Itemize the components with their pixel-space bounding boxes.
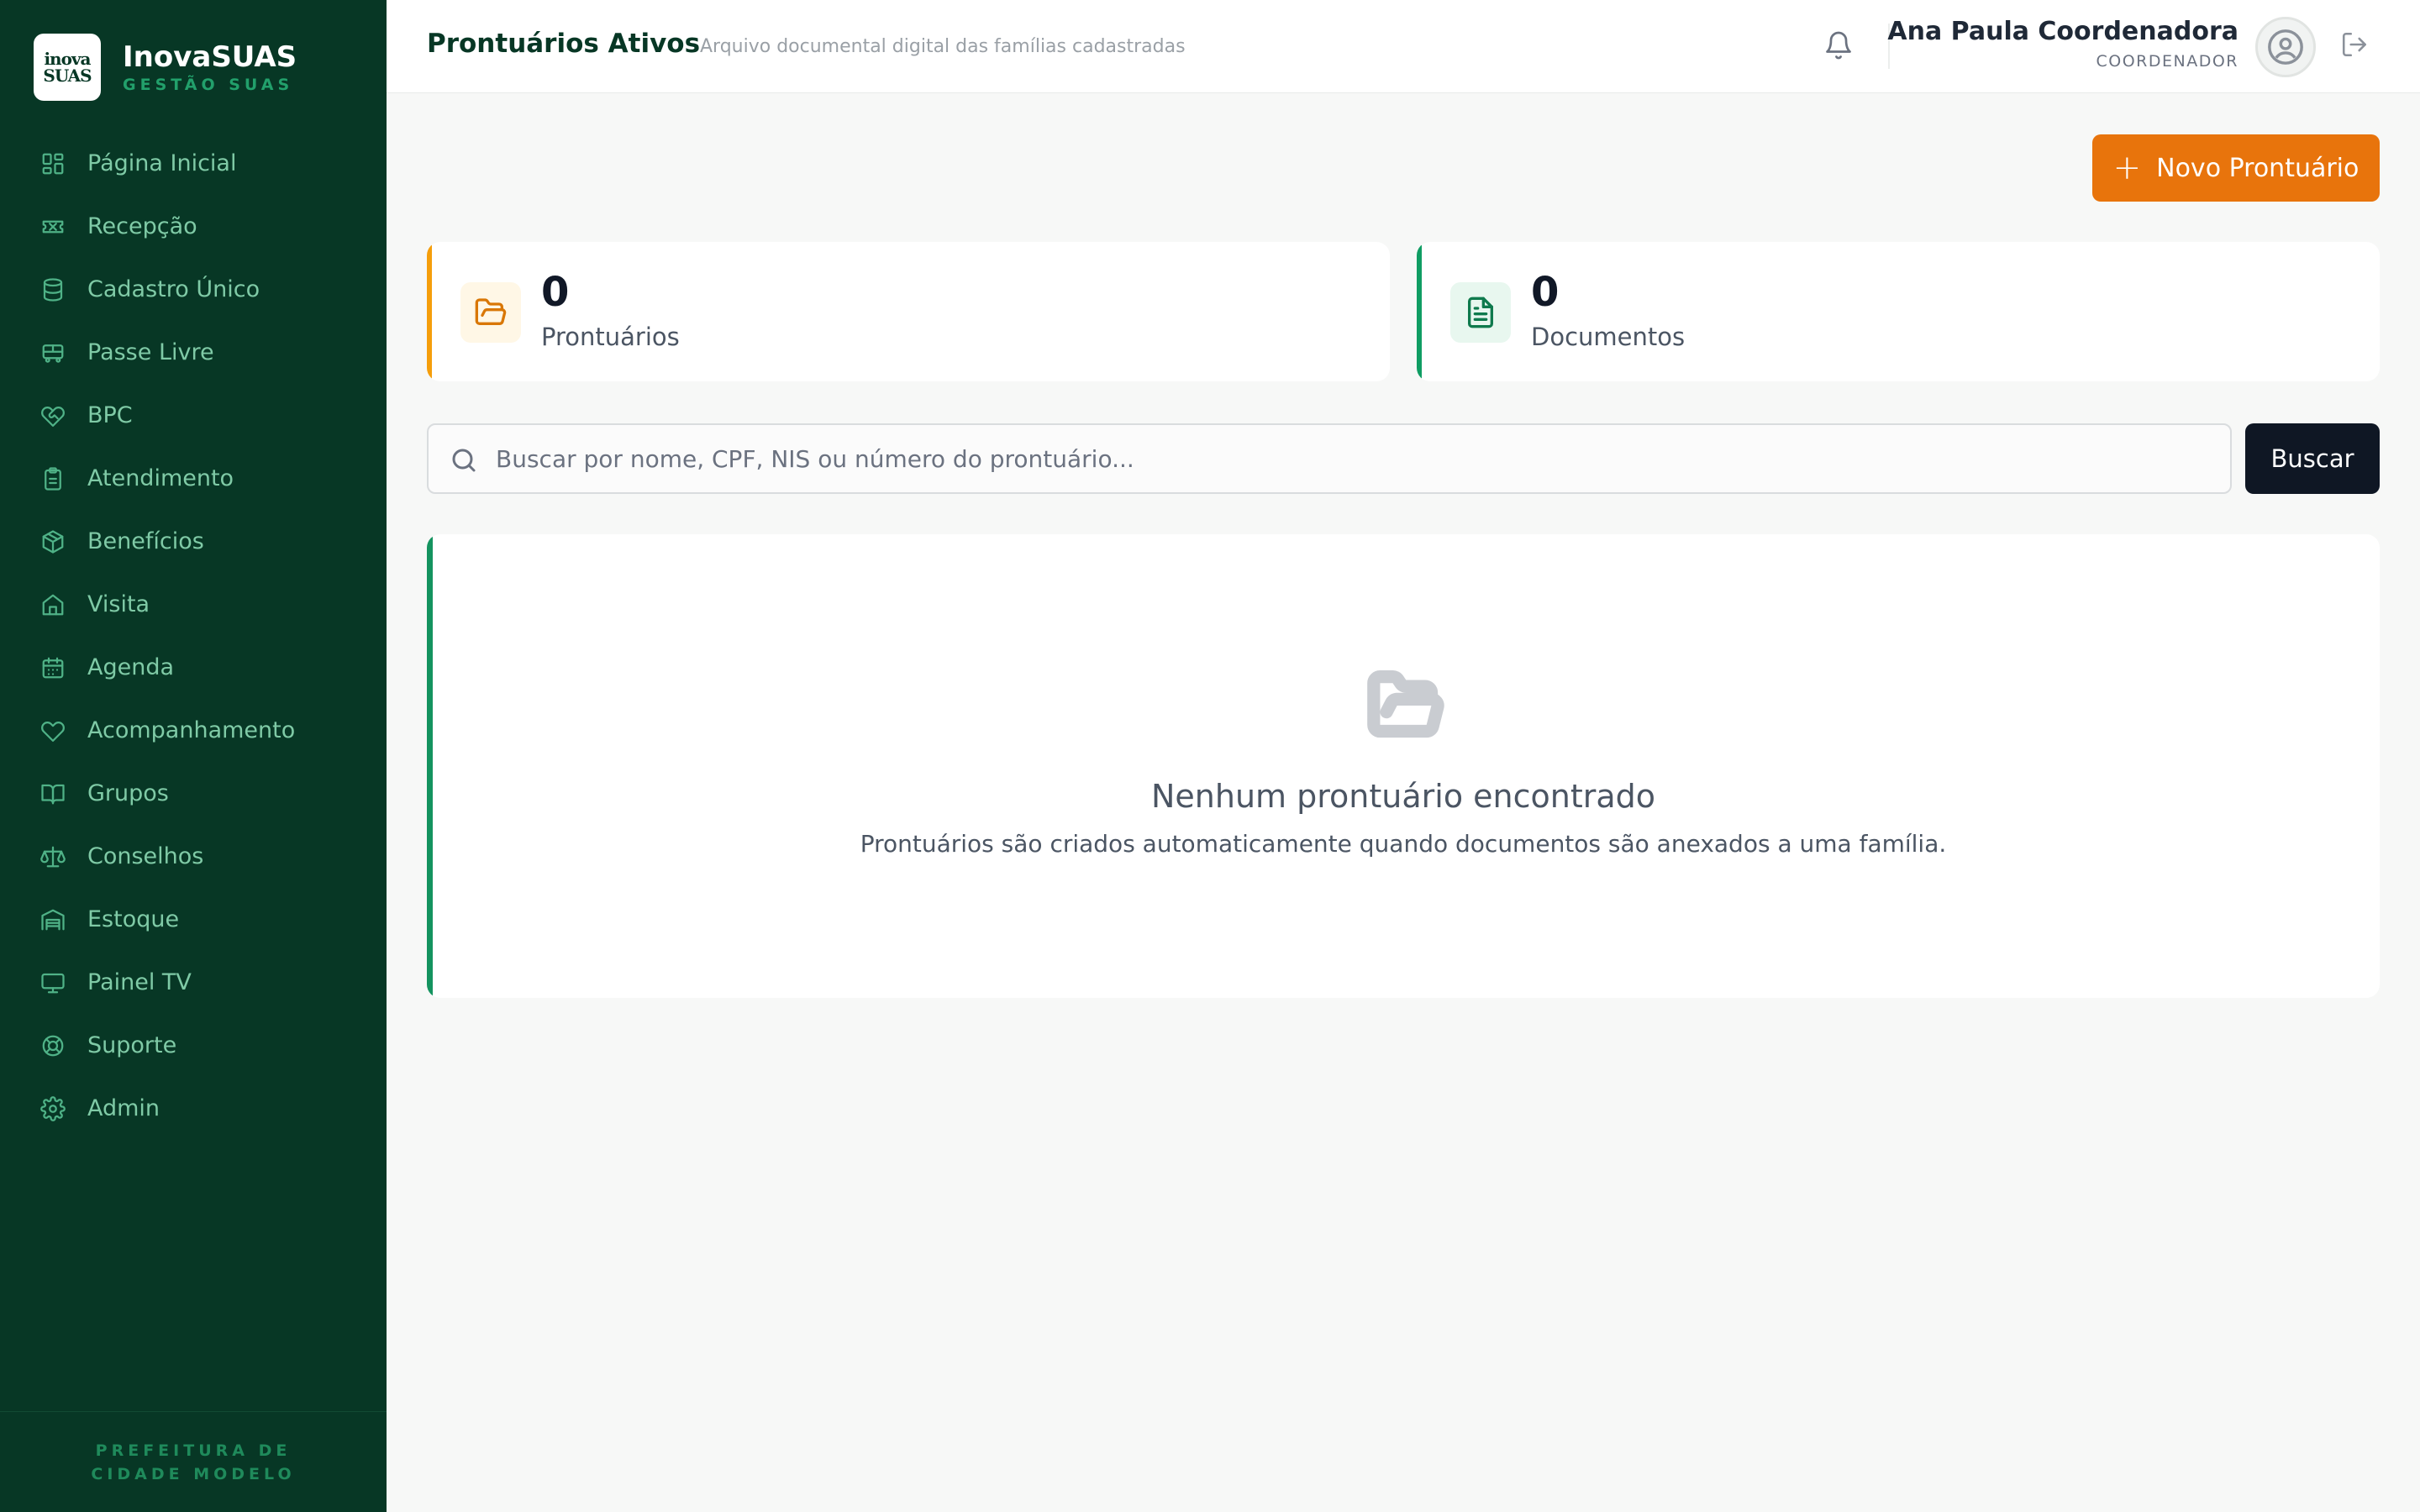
new-record-label: Novo Prontuário bbox=[2156, 153, 2360, 183]
sidebar-item-label: Recepção bbox=[87, 213, 197, 239]
sidebar-item-painel-tv[interactable]: Painel TV bbox=[0, 951, 387, 1014]
folder-open-icon bbox=[475, 298, 507, 325]
plus-icon: + bbox=[2112, 149, 2142, 187]
calendar-icon bbox=[42, 657, 64, 678]
user-role: COORDENADOR bbox=[2096, 52, 2238, 71]
sidebar-item-label: Cadastro Único bbox=[87, 276, 260, 302]
sidebar-item-label: Admin bbox=[87, 1095, 160, 1121]
sidebar-item-grupos[interactable]: Grupos bbox=[0, 762, 387, 825]
notifications-button[interactable] bbox=[1823, 30, 1857, 64]
avatar[interactable] bbox=[2255, 17, 2316, 77]
logo-text-top: inova bbox=[44, 49, 91, 69]
sidebar-item-label: Acompanhamento bbox=[87, 717, 296, 743]
sidebar-item-acompanhamento[interactable]: Acompanhamento bbox=[0, 699, 387, 762]
sidebar-item-label: Conselhos bbox=[87, 843, 204, 869]
sidebar-item-label: Suporte bbox=[87, 1032, 177, 1058]
stat-card-documentos: 0 Documentos bbox=[1417, 242, 2380, 381]
heart-icon bbox=[41, 721, 65, 742]
sidebar-item-conselhos[interactable]: Conselhos bbox=[0, 825, 387, 888]
bell-icon bbox=[1826, 31, 1851, 60]
warehouse-icon bbox=[41, 909, 65, 930]
sidebar: inova SUAS InovaSUAS GESTÃO SUAS Página … bbox=[0, 0, 387, 1512]
package-icon bbox=[42, 529, 64, 554]
bus-icon bbox=[42, 344, 64, 363]
page-subtitle: Arquivo documental digital das famílias … bbox=[700, 36, 1186, 57]
stat-value: 0 bbox=[541, 269, 570, 316]
sidebar-item-label: Atendimento bbox=[87, 465, 234, 491]
sidebar-item-bpc[interactable]: BPC bbox=[0, 384, 387, 447]
clipboard-icon bbox=[45, 466, 61, 491]
new-record-button[interactable]: + Novo Prontuário bbox=[2092, 134, 2380, 202]
sidebar-item-label: Agenda bbox=[87, 654, 175, 680]
folder-open-icon bbox=[1365, 670, 1446, 741]
sidebar-item-recepcao[interactable]: Recepção bbox=[0, 195, 387, 258]
scale-icon bbox=[40, 846, 66, 867]
brand-name: InovaSUAS bbox=[123, 40, 297, 74]
search-input[interactable] bbox=[496, 425, 2210, 492]
search-box bbox=[427, 423, 2232, 494]
top-header: Prontuários Ativos Arquivo documental di… bbox=[387, 0, 2420, 93]
stat-label: Documentos bbox=[1531, 323, 1686, 351]
stat-accent-bar bbox=[1417, 242, 1422, 381]
database-icon bbox=[43, 277, 63, 302]
sidebar-item-suporte[interactable]: Suporte bbox=[0, 1014, 387, 1077]
book-open-icon bbox=[41, 784, 65, 804]
stat-card-prontuarios: 0 Prontuários bbox=[427, 242, 1390, 381]
user-circle-icon bbox=[2268, 29, 2303, 65]
sidebar-item-visita[interactable]: Visita bbox=[0, 573, 387, 636]
empty-state-panel: Nenhum prontuário encontrado Prontuários… bbox=[427, 534, 2380, 998]
user-name: Ana Paula Coordenadora bbox=[1887, 17, 2238, 46]
organization-name: PREFEITURA DE CIDADE MODELO bbox=[91, 1441, 296, 1483]
brand-subtitle: GESTÃO SUAS bbox=[123, 76, 294, 94]
empty-state-description: Prontuários são criados automaticamente … bbox=[860, 830, 1947, 858]
sidebar-item-estoque[interactable]: Estoque bbox=[0, 888, 387, 951]
sidebar-item-label: Grupos bbox=[87, 780, 169, 806]
sidebar-item-admin[interactable]: Admin bbox=[0, 1077, 387, 1140]
brand[interactable]: inova SUAS InovaSUAS GESTÃO SUAS bbox=[34, 34, 297, 101]
page-title: Prontuários Ativos bbox=[427, 29, 701, 59]
sidebar-item-label: Passe Livre bbox=[87, 339, 214, 365]
search-button[interactable]: Buscar bbox=[2245, 423, 2380, 494]
panel-accent-bar bbox=[427, 534, 433, 998]
stat-label: Prontuários bbox=[541, 323, 680, 351]
sidebar-item-passe-livre[interactable]: Passe Livre bbox=[0, 321, 387, 384]
stat-icon-box bbox=[1450, 282, 1511, 343]
search-icon bbox=[452, 449, 476, 472]
stat-value: 0 bbox=[1531, 269, 1560, 316]
sidebar-item-atendimento[interactable]: Atendimento bbox=[0, 447, 387, 510]
grid-icon bbox=[42, 153, 64, 174]
heart-handshake-icon bbox=[41, 406, 65, 427]
sidebar-item-label: Estoque bbox=[87, 906, 180, 932]
sidebar-item-pagina-inicial[interactable]: Página Inicial bbox=[0, 132, 387, 195]
gear-icon bbox=[40, 1095, 66, 1121]
ticket-icon bbox=[42, 220, 64, 233]
logo-text-bottom: SUAS bbox=[43, 66, 92, 86]
file-text-icon bbox=[1468, 297, 1493, 328]
stat-accent-bar bbox=[427, 242, 432, 381]
logout-button[interactable] bbox=[2340, 30, 2374, 64]
life-buoy-icon bbox=[42, 1035, 64, 1056]
sidebar-item-label: Benefícios bbox=[87, 528, 204, 554]
sidebar-item-label: BPC bbox=[87, 402, 133, 428]
sidebar-item-label: Painel TV bbox=[87, 969, 192, 995]
logout-icon bbox=[2342, 32, 2367, 57]
sidebar-item-label: Visita bbox=[87, 591, 150, 617]
home-icon bbox=[42, 594, 64, 615]
sidebar-item-agenda[interactable]: Agenda bbox=[0, 636, 387, 699]
sidebar-item-cadastro-unico[interactable]: Cadastro Único bbox=[0, 258, 387, 321]
empty-state-title: Nenhum prontuário encontrado bbox=[1150, 778, 1656, 815]
monitor-icon bbox=[41, 973, 65, 993]
sidebar-item-label: Página Inicial bbox=[87, 150, 237, 176]
stat-icon-box bbox=[460, 282, 521, 343]
app-logo: inova SUAS bbox=[34, 34, 101, 101]
sidebar-footer: PREFEITURA DE CIDADE MODELO bbox=[0, 1411, 387, 1512]
sidebar-nav: Página Inicial Recepção Cadastro Único P… bbox=[0, 132, 387, 1140]
sidebar-item-beneficios[interactable]: Benefícios bbox=[0, 510, 387, 573]
